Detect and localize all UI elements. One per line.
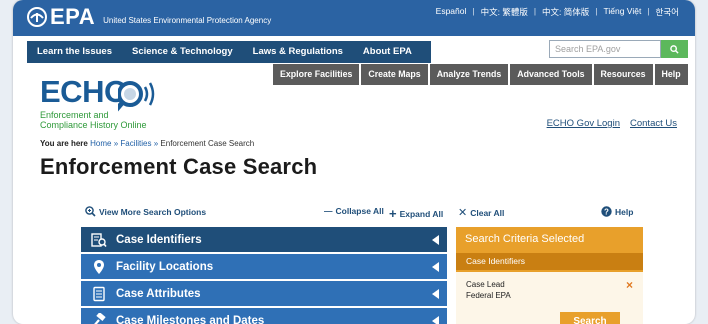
expand-all-button[interactable]: + Expand All [389,206,443,221]
epa-logo-text: EPA [50,4,96,29]
accordion-label: Facility Locations [116,260,214,273]
collapse-arrow-icon [432,289,439,299]
criteria-item-value: Federal EPA [466,291,511,300]
search-button[interactable] [661,40,688,58]
breadcrumb-prefix: You are here [40,139,88,148]
browser-frame: EPA United States Environmental Protecti… [13,0,695,324]
collapse-all-button[interactable]: — Collapse All [324,206,384,216]
document-search-icon [91,232,107,248]
nav-laws-regulations[interactable]: Laws & Regulations [243,41,353,63]
lang-link[interactable]: 中文: 繁體版 [475,6,534,18]
criteria-heading: Search Criteria Selected [465,233,585,245]
epa-logo[interactable]: EPA United States Environmental Protecti… [27,6,271,28]
remove-criteria-icon[interactable]: × [626,278,633,292]
accordion-case-attributes[interactable]: Case Attributes [81,281,447,306]
nav-about-epa[interactable]: About EPA [353,41,422,63]
accordion-label: Case Attributes [116,287,201,300]
breadcrumb: You are here Home » Facilities » Enforce… [40,139,254,148]
expand-all-label: Expand All [399,208,444,219]
echo-nav-resources[interactable]: Resources [593,64,653,85]
document-list-icon [91,286,107,302]
language-links: Español | 中文: 繁體版 | 中文: 简体版 | Tiếng Việt | 한… [430,6,685,18]
breadcrumb-sep: » [113,139,119,148]
echo-nav-create-maps[interactable]: Create Maps [361,64,428,85]
echo-subtitle: Enforcement and [40,110,109,120]
plus-icon: + [389,206,397,221]
utility-links: ECHO Gov Login Contact Us [537,118,677,129]
accordion-facility-locations[interactable]: Facility Locations [81,254,447,279]
collapse-all-label: Collapse All [335,206,384,216]
x-icon: ✕ [458,207,468,219]
breadcrumb-facilities[interactable]: Facilities [120,139,151,148]
view-more-options[interactable]: View More Search Options [85,206,206,217]
collapse-arrow-icon [432,262,439,272]
echo-subtitle: Compliance History Online [40,120,147,130]
accordion-label: Case Identifiers [116,233,202,246]
accordion-case-identifiers[interactable]: Case Identifiers [81,227,447,252]
criteria-item-label: Case Lead [466,280,505,289]
breadcrumb-home[interactable]: Home [90,139,111,148]
nav-learn-the-issues[interactable]: Learn the Issues [27,41,122,63]
help-button[interactable]: ? Help [601,206,633,217]
magnifier-signal-icon [118,81,155,112]
search-plus-icon [85,206,96,217]
svg-text:?: ? [604,207,609,216]
breadcrumb-current: Enforcement Case Search [160,139,255,148]
criteria-section: Case Identifiers [456,253,643,270]
epa-top-bar: EPA United States Environmental Protecti… [13,0,695,36]
clear-all-button[interactable]: ✕ Clear All [458,206,504,219]
lang-link[interactable]: 한국어 [650,6,685,18]
echo-nav: Explore Facilities Create Maps Analyze T… [273,64,690,85]
nav-science-technology[interactable]: Science & Technology [122,41,243,63]
accordion-case-milestones[interactable]: Case Milestones and Dates [81,308,447,324]
lang-link[interactable]: 中文: 简体版 [536,6,595,18]
search-input[interactable]: Search EPA.gov [549,40,661,58]
echo-logo-text: ECHO [40,74,128,109]
collapse-arrow-icon [432,316,439,324]
echo-nav-advanced-tools[interactable]: Advanced Tools [510,64,592,85]
gavel-icon [91,312,107,324]
search-submit-button[interactable]: Search [560,312,620,324]
accordion-label: Case Milestones and Dates [116,314,265,324]
lang-link[interactable]: Español [430,6,473,18]
search-accordion: Case Identifiers Facility Locations Case… [81,227,447,324]
echo-nav-help[interactable]: Help [654,64,688,85]
epa-seal-icon [27,7,47,27]
map-pin-icon [91,259,107,275]
main-nav: Learn the Issues Science & Technology La… [27,41,431,63]
clear-all-label: Clear All [470,207,505,218]
breadcrumb-sep: » [153,139,159,148]
view-more-label: View More Search Options [99,206,207,217]
page-title: Enforcement Case Search [40,154,318,179]
lang-link[interactable]: Tiếng Việt [598,6,648,18]
help-label: Help [615,206,634,217]
search-criteria-panel: Search Criteria Selected Case Identifier… [456,227,643,324]
minus-icon: — [324,206,333,216]
echo-gov-login-link[interactable]: ECHO Gov Login [547,118,620,129]
collapse-arrow-icon [432,235,439,245]
contact-us-link[interactable]: Contact Us [630,118,677,129]
echo-nav-analyze-trends[interactable]: Analyze Trends [429,64,509,85]
search-icon [670,44,679,54]
help-circle-icon: ? [601,206,612,217]
agency-name: United States Environmental Protection A… [103,15,272,25]
echo-nav-explore-facilities[interactable]: Explore Facilities [273,64,360,85]
